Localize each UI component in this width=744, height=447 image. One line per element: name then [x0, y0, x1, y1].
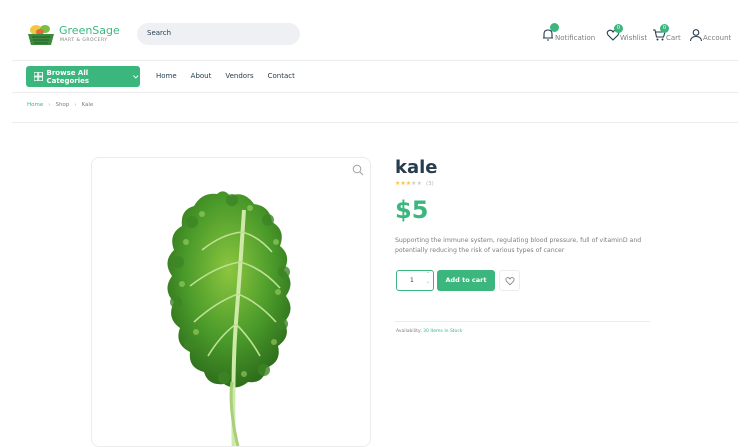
rating-count[interactable]: (3)	[426, 181, 434, 187]
product-title: kale	[395, 157, 438, 178]
notification-label: Notification	[555, 34, 596, 42]
product-divider	[395, 321, 650, 322]
cart-label: Cart	[666, 34, 681, 42]
add-to-wishlist-button[interactable]	[499, 270, 520, 291]
kale-product-image	[167, 191, 291, 446]
breadcrumb-chevron-icon: ›	[48, 102, 51, 108]
wishlist-badge: 0	[614, 24, 623, 33]
browse-label: Browse All Categories	[46, 68, 90, 85]
add-to-cart-button[interactable]: Add to cart	[437, 270, 495, 291]
heart-icon	[505, 277, 515, 286]
nav-link-about[interactable]: About	[191, 72, 212, 80]
breadcrumb: Home › Shop › Kale	[27, 102, 93, 108]
notification-button[interactable]: Notification	[541, 23, 596, 42]
notification-badge	[550, 23, 559, 32]
quantity-stepper[interactable]: 1 ˄ ˅	[396, 270, 434, 291]
nav-link-contact[interactable]: Contact	[268, 72, 295, 80]
chevron-down-icon[interactable]: ˅	[427, 283, 430, 288]
nav-link-vendors[interactable]: Vendors	[225, 72, 253, 80]
wishlist-button[interactable]: 0 Wishlist	[606, 24, 648, 42]
cart-badge: 0	[660, 24, 669, 33]
account-button[interactable]: Account	[689, 26, 731, 42]
breadcrumb-home[interactable]: Home	[27, 102, 43, 108]
breadcrumb-current: Kale	[81, 102, 94, 108]
logo[interactable]: GreenSage MART & GROCERY	[26, 22, 136, 48]
bell-icon	[541, 23, 559, 42]
user-icon	[689, 28, 703, 42]
product-price: $5	[395, 196, 429, 224]
basket-logo-icon	[28, 25, 54, 45]
site-header: GreenSage MART & GROCERY Search Notifica…	[0, 0, 744, 62]
availability-value: 30 Items In Stock	[423, 329, 463, 334]
search-placeholder: Search	[147, 29, 172, 37]
grid-icon	[34, 72, 43, 81]
cart-icon: 0	[652, 24, 669, 42]
brand-tagline: MART & GROCERY	[60, 38, 108, 43]
chevron-down-icon	[133, 74, 139, 79]
cart-button[interactable]: 0 Cart	[652, 24, 681, 42]
breadcrumb-chevron-icon: ›	[74, 102, 77, 108]
browse-categories-button[interactable]: Browse All Categories	[26, 66, 140, 87]
zoom-icon[interactable]	[352, 164, 364, 176]
header-divider	[12, 60, 738, 61]
heart-icon: 0	[606, 24, 623, 42]
wishlist-label: Wishlist	[620, 34, 648, 42]
main-nav: Home About Vendors Contact	[156, 72, 309, 80]
breadcrumb-divider	[12, 122, 738, 123]
chevron-up-icon[interactable]: ˄	[427, 273, 430, 278]
product-rating: ★★★★★ (3)	[395, 180, 434, 187]
nav-link-home[interactable]: Home	[156, 72, 177, 80]
brand-name: GreenSage	[59, 24, 120, 37]
star-icon: ★	[416, 180, 422, 187]
star-rating: ★★★★★	[395, 180, 422, 187]
search-input[interactable]: Search	[137, 23, 300, 45]
quantity-value[interactable]: 1	[410, 277, 414, 284]
nav-divider	[12, 92, 738, 93]
account-label: Account	[703, 34, 732, 42]
breadcrumb-shop[interactable]: Shop	[55, 102, 69, 108]
product-description: Supporting the immune system, regulating…	[395, 237, 642, 254]
product-image-frame[interactable]	[91, 157, 371, 447]
availability-label: Availability:	[396, 329, 422, 334]
availability: Availability: 30 Items In Stock	[396, 329, 462, 334]
